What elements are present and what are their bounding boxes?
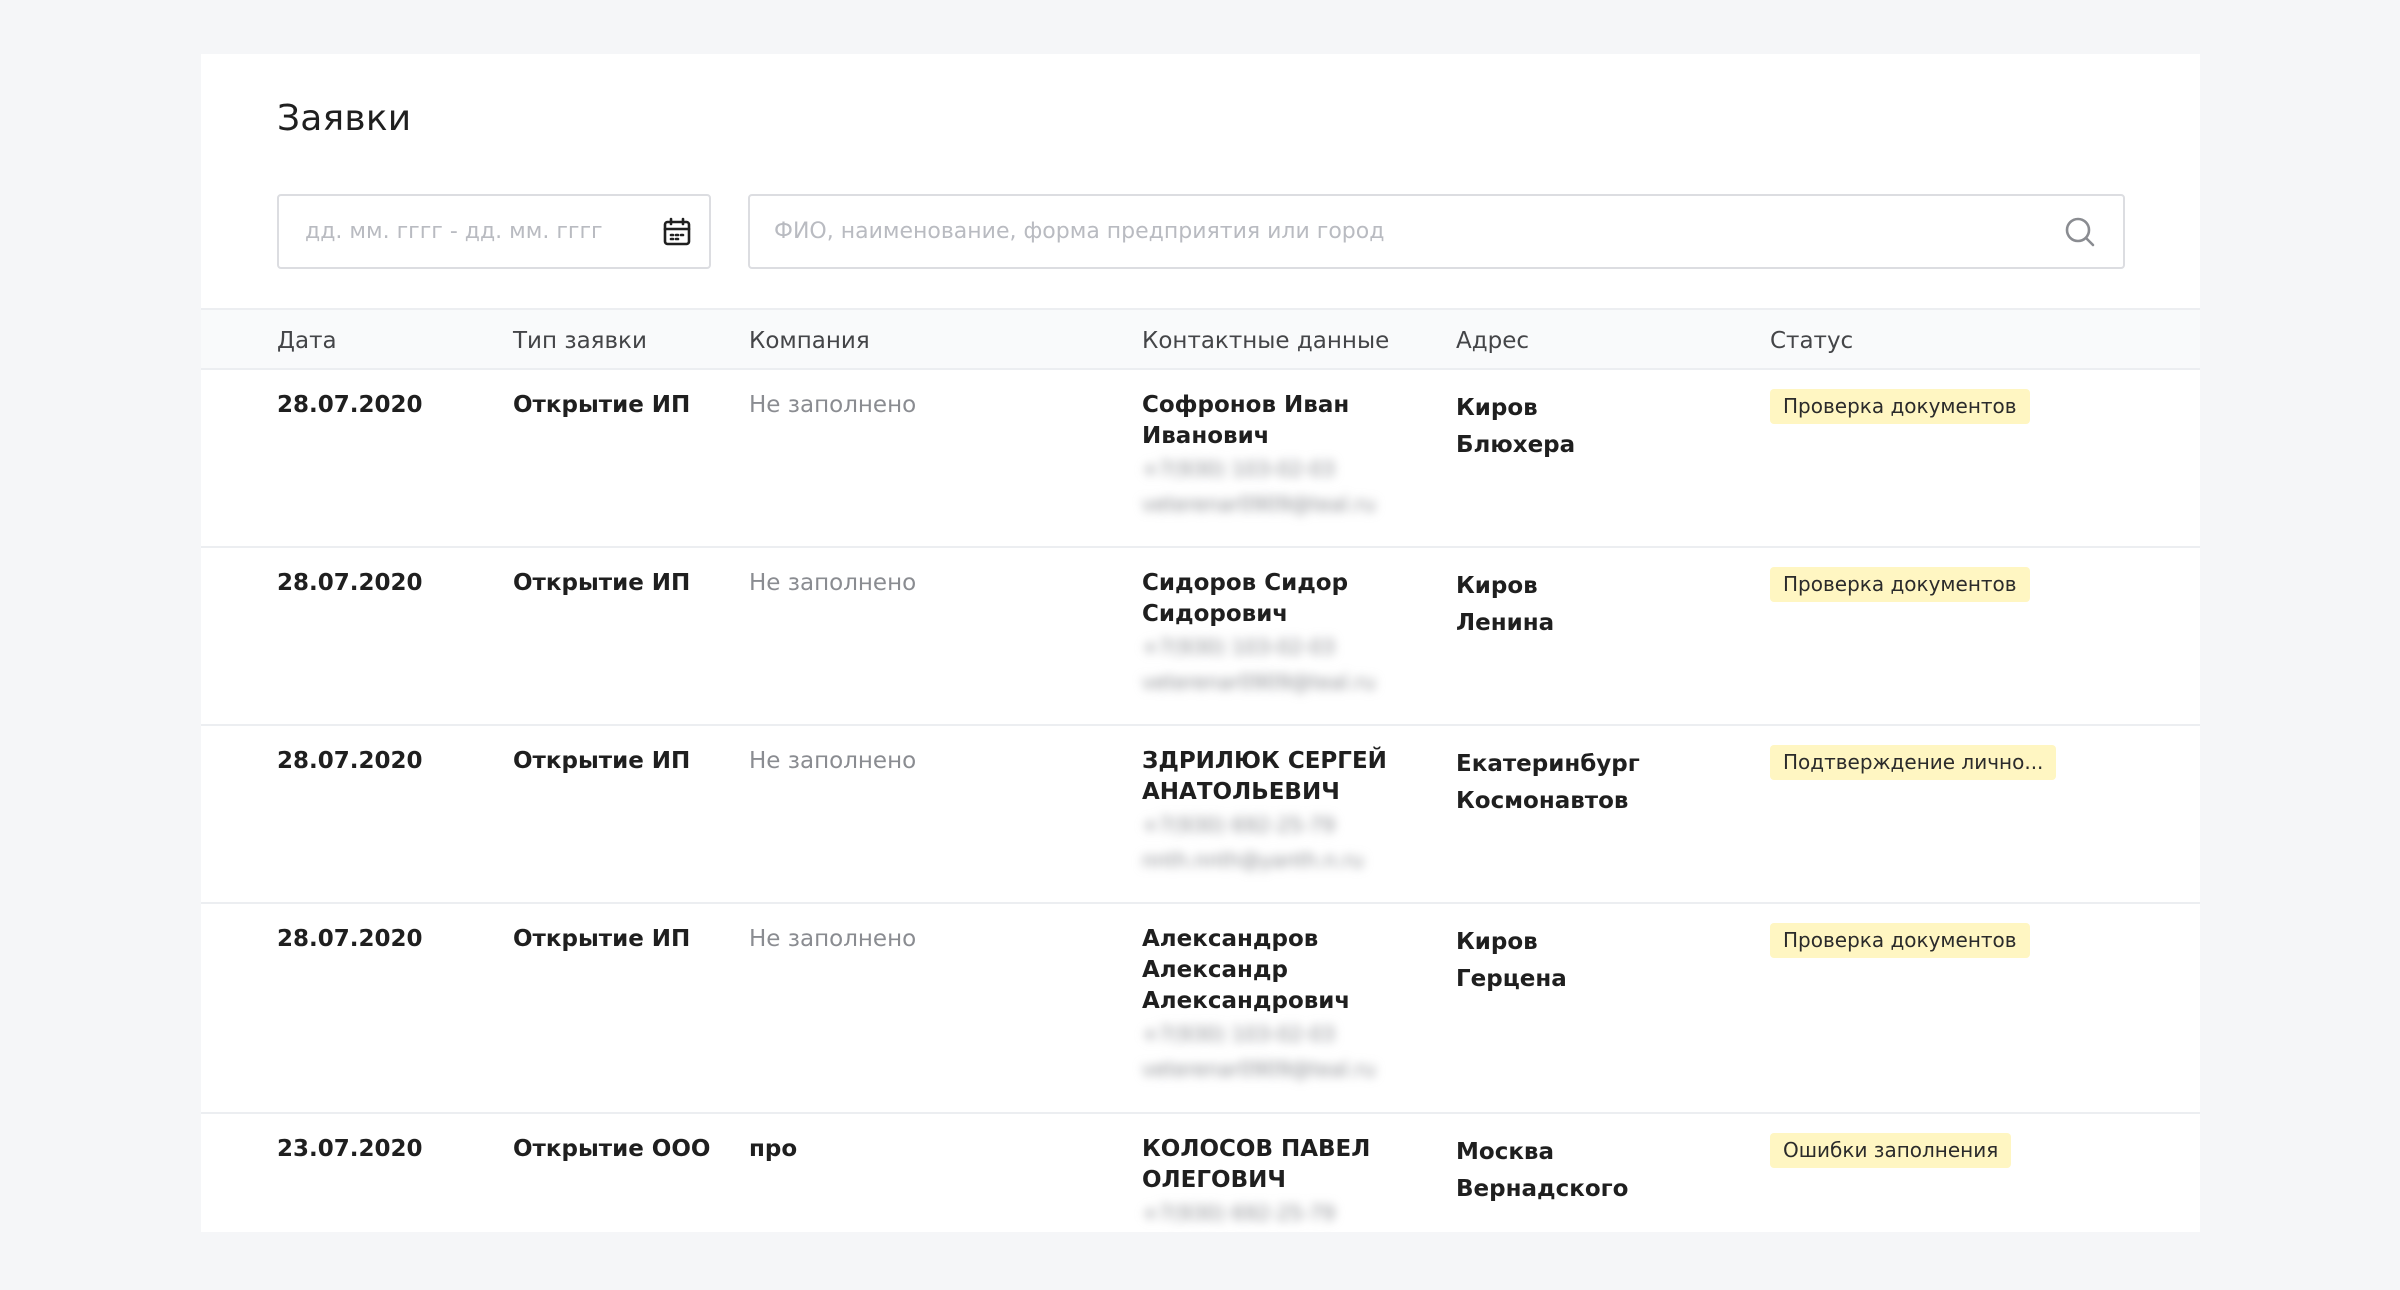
row-date: 28.07.2020 bbox=[277, 926, 423, 952]
status-badge: Проверка документов bbox=[1770, 923, 2030, 958]
date-range-picker[interactable]: дд. мм. гггг - дд. мм. гггг bbox=[277, 194, 711, 269]
row-company: Не заполнено bbox=[749, 926, 917, 952]
applications-panel: Заявки дд. мм. гггг - дд. мм. гггг ФИО, … bbox=[201, 54, 2200, 1232]
contact-email: veterenar0909@teal.ru bbox=[1142, 670, 1376, 694]
contact-phone: +7(930) 103-02-03 bbox=[1142, 457, 1336, 481]
contact-phone: +7(930) 103-02-03 bbox=[1142, 1022, 1336, 1046]
calendar-icon[interactable] bbox=[661, 216, 693, 248]
column-header-address[interactable]: Адрес bbox=[1456, 328, 1529, 354]
row-type: Открытие ООО bbox=[513, 1136, 711, 1162]
row-address: Киров Герцена bbox=[1456, 924, 1567, 998]
row-contact: КОЛОСОВ ПАВЕЛ ОЛЕГОВИЧ +7(930) 692-25-79 bbox=[1142, 1134, 1432, 1231]
row-company: Не заполнено bbox=[749, 570, 917, 596]
contact-name: Софронов Иван Иванович bbox=[1142, 392, 1350, 449]
search-icon[interactable] bbox=[2063, 215, 2099, 249]
column-header-type[interactable]: Тип заявки bbox=[513, 328, 647, 354]
row-contact: Сидоров Сидор Сидорович +7(930) 103-02-0… bbox=[1142, 568, 1432, 699]
row-company: Не заполнено bbox=[749, 392, 917, 418]
address-street: Вернадского bbox=[1456, 1176, 1629, 1202]
status-badge: Подтверждение лично... bbox=[1770, 745, 2057, 780]
row-type: Открытие ИП bbox=[513, 748, 691, 774]
address-street: Блюхера bbox=[1456, 432, 1576, 458]
row-type: Открытие ИП bbox=[513, 392, 691, 418]
row-date: 23.07.2020 bbox=[277, 1136, 423, 1162]
contact-phone: +7(930) 692-25-79 bbox=[1142, 1201, 1336, 1225]
table-row[interactable]: 28.07.2020 Открытие ИП Не заполнено Сидо… bbox=[201, 548, 2200, 726]
row-status: Ошибки заполнения bbox=[1770, 1133, 2012, 1168]
row-status: Проверка документов bbox=[1770, 567, 2030, 602]
page-title: Заявки bbox=[277, 98, 412, 139]
contact-email: nnth.nnth@yanth.n.ru bbox=[1142, 848, 1364, 872]
row-contact: Александров Александр Александрович +7(9… bbox=[1142, 924, 1432, 1086]
row-type: Открытие ИП bbox=[513, 926, 691, 952]
date-range-placeholder: дд. мм. гггг - дд. мм. гггг bbox=[305, 219, 603, 244]
address-city: Екатеринбург bbox=[1456, 751, 1640, 777]
row-address: Киров Блюхера bbox=[1456, 390, 1575, 464]
contact-name: Сидоров Сидор Сидорович bbox=[1142, 570, 1349, 627]
contact-email: veterenar0909@teal.ru bbox=[1142, 492, 1376, 516]
contact-name: Александров Александр Александрович bbox=[1142, 926, 1351, 1014]
table-row[interactable]: 23.07.2020 Открытие ООО про КОЛОСОВ ПАВЕ… bbox=[201, 1114, 2200, 1232]
column-header-contact[interactable]: Контактные данные bbox=[1142, 328, 1389, 354]
row-status: Проверка документов bbox=[1770, 389, 2030, 424]
contact-name: ЗДРИЛЮК СЕРГЕЙ АНАТОЛЬЕВИЧ bbox=[1142, 748, 1387, 805]
row-address: Екатеринбург Космонавтов bbox=[1456, 746, 1640, 820]
address-street: Герцена bbox=[1456, 966, 1567, 992]
row-contact: Софронов Иван Иванович +7(930) 103-02-03… bbox=[1142, 390, 1432, 521]
row-type: Открытие ИП bbox=[513, 570, 691, 596]
row-status: Проверка документов bbox=[1770, 923, 2030, 958]
row-date: 28.07.2020 bbox=[277, 748, 423, 774]
column-header-company[interactable]: Компания bbox=[749, 328, 870, 354]
row-status: Подтверждение лично... bbox=[1770, 745, 2057, 780]
row-contact: ЗДРИЛЮК СЕРГЕЙ АНАТОЛЬЕВИЧ +7(930) 692-2… bbox=[1142, 746, 1432, 877]
contact-email: veterenar0909@teal.ru bbox=[1142, 1057, 1376, 1081]
row-address: Москва Вернадского bbox=[1456, 1134, 1628, 1208]
row-date: 28.07.2020 bbox=[277, 570, 423, 596]
status-badge: Проверка документов bbox=[1770, 567, 2030, 602]
address-city: Киров bbox=[1456, 929, 1538, 955]
search-input[interactable] bbox=[750, 196, 2063, 267]
contact-phone: +7(930) 692-25-79 bbox=[1142, 813, 1336, 837]
row-date: 28.07.2020 bbox=[277, 392, 423, 418]
status-badge: Ошибки заполнения bbox=[1770, 1133, 2012, 1168]
address-city: Киров bbox=[1456, 395, 1538, 421]
table-header: Дата Тип заявки Компания Контактные данн… bbox=[201, 308, 2200, 370]
row-company: Не заполнено bbox=[749, 748, 917, 774]
address-street: Ленина bbox=[1456, 610, 1555, 636]
row-company: про bbox=[749, 1136, 798, 1162]
status-badge: Проверка документов bbox=[1770, 389, 2030, 424]
table-row[interactable]: 28.07.2020 Открытие ИП Не заполнено Софр… bbox=[201, 370, 2200, 548]
contact-phone: +7(930) 103-02-03 bbox=[1142, 635, 1336, 659]
address-city: Москва bbox=[1456, 1139, 1555, 1165]
search-field[interactable] bbox=[748, 194, 2125, 269]
column-header-status[interactable]: Статус bbox=[1770, 328, 1853, 354]
table-row[interactable]: 28.07.2020 Открытие ИП Не заполнено Алек… bbox=[201, 904, 2200, 1114]
column-header-date[interactable]: Дата bbox=[277, 328, 337, 354]
table-row[interactable]: 28.07.2020 Открытие ИП Не заполнено ЗДРИ… bbox=[201, 726, 2200, 904]
row-address: Киров Ленина bbox=[1456, 568, 1554, 642]
contact-name: КОЛОСОВ ПАВЕЛ ОЛЕГОВИЧ bbox=[1142, 1136, 1371, 1193]
address-city: Киров bbox=[1456, 573, 1538, 599]
address-street: Космонавтов bbox=[1456, 788, 1629, 814]
